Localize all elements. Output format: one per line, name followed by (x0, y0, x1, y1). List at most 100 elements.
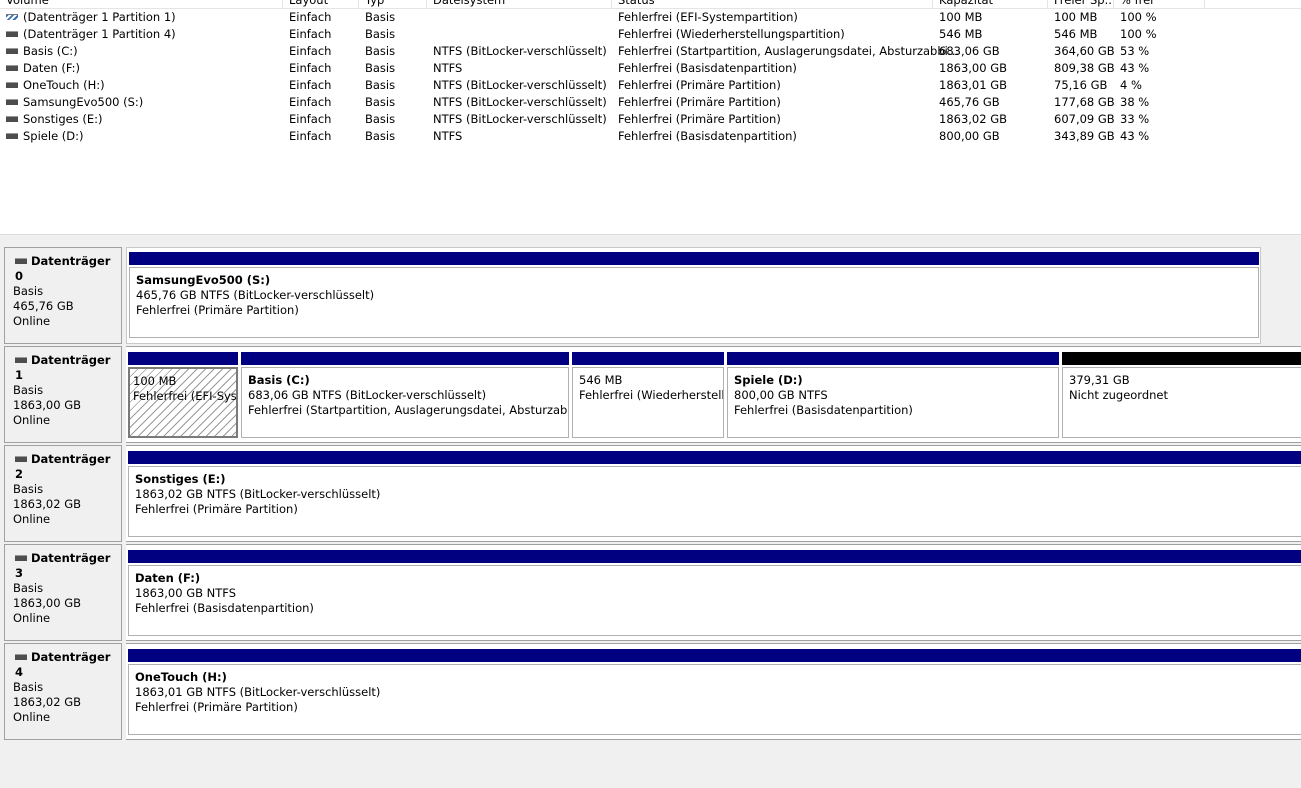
disk-partitions-area: 100 MB Fehlerfrei (EFI-Syst Basis (C:) 683,… (126, 346, 1301, 443)
disk-size: 465,76 GB (13, 299, 74, 313)
table-row[interactable]: OneTouch (H:) Einfach Basis NTFS (BitLocker… (0, 77, 1301, 94)
partition-body: OneTouch (H:) 1863,01 GB NTFS (BitLocker-… (128, 664, 1301, 735)
cell-volume: Spiele (D:) (6, 128, 84, 145)
volume-icon (6, 132, 18, 139)
partition-status: Fehlerfrei (Primäre Partition) (135, 700, 298, 714)
cell-layout: Einfach (289, 95, 332, 109)
cell-layout: Einfach (289, 129, 332, 143)
volume-name: Basis (C:) (23, 44, 78, 58)
volume-name: Daten (F:) (23, 61, 81, 75)
cell-volume: OneTouch (H:) (6, 77, 105, 94)
unallocated-space[interactable]: 379,31 GB Nicht zugeordnet (1062, 352, 1301, 438)
disk-title-text: Datenträger 4 (15, 650, 111, 679)
disk-type: Basis (13, 581, 44, 595)
cell-status: Fehlerfrei (Primäre Partition) (618, 95, 781, 109)
partition-body: 546 MB Fehlerfrei (Wiederherstellu (572, 367, 724, 438)
cell-dateisystem: NTFS (BitLocker-verschlüsselt) (433, 44, 607, 58)
disk-icon (15, 257, 27, 264)
disk-partitions-area: SamsungEvo500 (S:) 465,76 GB NTFS (BitLoc… (126, 247, 1261, 344)
partition-size: 1863,00 GB NTFS (135, 586, 237, 600)
cell-prozent-frei: 100 % (1120, 27, 1157, 41)
disk-state: Online (13, 314, 51, 328)
disk-title: Datenträger 4 (13, 650, 121, 680)
partition-block[interactable]: Spiele (D:) 800,00 GB NTFS Fehlerfrei (Bas… (727, 352, 1059, 438)
volume-icon (6, 115, 18, 122)
cell-typ: Basis (365, 10, 396, 24)
disk-info-panel[interactable]: Datenträger 3 Basis 1863,00 GB Online (4, 544, 122, 641)
cell-freier-speicher: 809,38 GB (1054, 61, 1115, 75)
disk-info-panel[interactable]: Datenträger 4 Basis 1863,02 GB Online (4, 643, 122, 740)
volume-icon (6, 30, 18, 37)
partition-status: Fehlerfrei (Wiederherstellu (579, 388, 724, 402)
partition-block[interactable]: Basis (C:) 683,06 GB NTFS (BitLocker-vers… (241, 352, 569, 438)
cell-volume: (Datenträger 1 Partition 4) (6, 26, 176, 43)
cell-kapazitaet: 465,76 GB (939, 95, 1000, 109)
disk-row: Datenträger 4 Basis 1863,02 GB Online OneTou… (0, 643, 1301, 742)
partition-size: 800,00 GB NTFS (734, 388, 828, 402)
disk-type: Basis (13, 383, 44, 397)
cell-status: Fehlerfrei (Primäre Partition) (618, 112, 781, 126)
volume-name: OneTouch (H:) (23, 78, 105, 92)
cell-status: Fehlerfrei (Basisdatenpartition) (618, 61, 797, 75)
cell-layout: Einfach (289, 27, 332, 41)
volume-list[interactable]: Volume Layout Typ Dateisystem Status Kap… (0, 0, 1301, 234)
cell-kapazitaet: 1863,01 GB (939, 78, 1008, 92)
cell-freier-speicher: 75,16 GB (1054, 78, 1108, 92)
partition-status: Nicht zugeordnet (1069, 388, 1169, 402)
column-header-prozent-frei[interactable]: % frei (1114, 0, 1205, 8)
pane-splitter[interactable] (0, 234, 1301, 241)
column-header-layout[interactable]: Layout (283, 0, 359, 8)
table-row[interactable]: Spiele (D:) Einfach Basis NTFS Fehlerfrei (B… (0, 128, 1301, 145)
partition-header-bar (129, 252, 1259, 265)
partition-size: 683,06 GB NTFS (BitLocker-verschlüsselt) (248, 388, 487, 402)
cell-dateisystem: NTFS (433, 129, 463, 143)
disk-info-panel[interactable]: Datenträger 2 Basis 1863,02 GB Online (4, 445, 122, 542)
cell-freier-speicher: 546 MB (1054, 27, 1098, 41)
table-row[interactable]: (Datenträger 1 Partition 4) Einfach Basis F… (0, 26, 1301, 43)
partition-size: 546 MB (579, 373, 623, 387)
cell-status: Fehlerfrei (Wiederherstellungspartition) (618, 27, 845, 41)
partition-header-bar (128, 649, 1301, 662)
column-header-volume[interactable]: Volume (0, 0, 283, 8)
cell-typ: Basis (365, 129, 396, 143)
disk-title: Datenträger 2 (13, 452, 121, 482)
cell-volume: (Datenträger 1 Partition 1) (6, 9, 176, 26)
table-row[interactable]: (Datenträger 1 Partition 1) Einfach Basis F… (0, 9, 1301, 26)
column-header-status[interactable]: Status (612, 0, 933, 8)
disk-partitions-area: Daten (F:) 1863,00 GB NTFS Fehlerfrei (Bas… (126, 544, 1301, 641)
disk-type: Basis (13, 284, 44, 298)
partition-block[interactable]: OneTouch (H:) 1863,01 GB NTFS (BitLocker-… (128, 649, 1301, 735)
disk-icon (15, 356, 27, 363)
disk-info-panel[interactable]: Datenträger 1 Basis 1863,00 GB Online (4, 346, 122, 443)
partition-header-bar (572, 352, 724, 365)
column-header-kapazitaet[interactable]: Kapazität (933, 0, 1048, 8)
partition-block[interactable]: 546 MB Fehlerfrei (Wiederherstellu (572, 352, 724, 438)
disk-partitions-area: OneTouch (H:) 1863,01 GB NTFS (BitLocker-… (126, 643, 1301, 740)
cell-status: Fehlerfrei (Basisdatenpartition) (618, 129, 797, 143)
partition-body: Spiele (D:) 800,00 GB NTFS Fehlerfrei (Bas… (727, 367, 1059, 438)
partition-body: 379,31 GB Nicht zugeordnet (1062, 367, 1301, 438)
table-row[interactable]: Sonstiges (E:) Einfach Basis NTFS (BitLocke… (0, 111, 1301, 128)
disk-state: Online (13, 413, 51, 427)
partition-status: Fehlerfrei (Startpartition, Auslagerungs… (248, 403, 569, 417)
column-header-typ[interactable]: Typ (359, 0, 427, 8)
partition-block[interactable]: Sonstiges (E:) 1863,02 GB NTFS (BitLocker… (128, 451, 1301, 537)
partition-block[interactable]: SamsungEvo500 (S:) 465,76 GB NTFS (BitLoc… (129, 252, 1259, 338)
column-header-dateisystem[interactable]: Dateisystem (427, 0, 612, 8)
partition-header-bar (128, 550, 1301, 563)
partition-status: Fehlerfrei (Basisdatenpartition) (734, 403, 913, 417)
partition-block[interactable]: Daten (F:) 1863,00 GB NTFS Fehlerfrei (Bas… (128, 550, 1301, 636)
disk-info-panel[interactable]: Datenträger 0 Basis 465,76 GB Online (4, 247, 122, 344)
disk-size: 1863,00 GB (13, 596, 82, 610)
table-row[interactable]: SamsungEvo500 (S:) Einfach Basis NTFS (BitL… (0, 94, 1301, 111)
partition-name: OneTouch (H:) (135, 670, 227, 684)
partition-size: 465,76 GB NTFS (BitLocker-verschlüsselt) (136, 288, 375, 302)
cell-layout: Einfach (289, 78, 332, 92)
column-header-freier-speicher[interactable]: Freier Sp... (1048, 0, 1114, 8)
disk-title: Datenträger 0 (13, 254, 121, 284)
cell-freier-speicher: 100 MB (1054, 10, 1098, 24)
table-row[interactable]: Basis (C:) Einfach Basis NTFS (BitLocker-ve… (0, 43, 1301, 60)
table-row[interactable]: Daten (F:) Einfach Basis NTFS Fehlerfrei (Ba… (0, 60, 1301, 77)
disk-state: Online (13, 710, 51, 724)
partition-block[interactable]: 100 MB Fehlerfrei (EFI-Syst (128, 352, 238, 438)
